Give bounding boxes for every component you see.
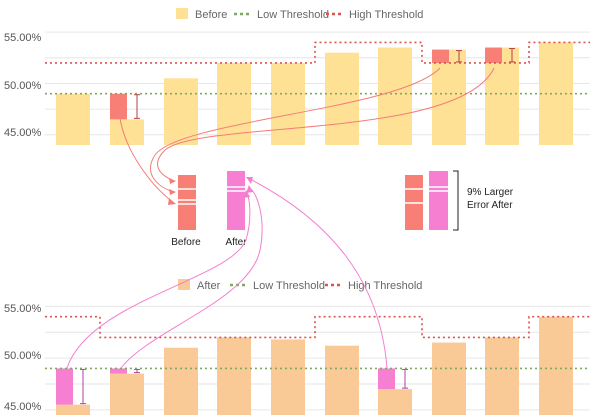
comparison-bracket <box>453 170 459 231</box>
bar <box>164 78 198 145</box>
error-segment <box>110 368 127 374</box>
before-y-axis: 55.00% 50.00% 45.00% <box>4 32 42 139</box>
connector-curve <box>247 177 388 369</box>
y-tick-label: 45.00% <box>4 127 42 139</box>
after-error-stack <box>227 171 245 230</box>
before-chart: Before Low Threshold High Threshold 55.0… <box>4 8 590 146</box>
before-error-stack <box>178 175 196 230</box>
after-chart: After Low Threshold High Threshold 55.00… <box>4 279 590 415</box>
legend-label-after: After <box>197 280 221 292</box>
comparison-text-line1: 9% Larger <box>467 187 514 198</box>
y-tick-label: 45.00% <box>4 401 42 413</box>
arrowhead-icon <box>169 189 176 195</box>
y-tick-label: 50.00% <box>4 350 42 362</box>
bar <box>378 47 412 145</box>
before-legend: Before Low Threshold High Threshold <box>176 8 423 21</box>
bar <box>432 342 466 415</box>
legend-swatch-before <box>176 8 188 19</box>
comparison-after-block <box>429 171 448 230</box>
after-stack-label: After <box>225 237 247 248</box>
arrowhead-icon <box>246 177 253 184</box>
high-threshold-line <box>45 315 590 339</box>
arrowhead-icon <box>168 198 176 205</box>
error-segment <box>110 93 127 120</box>
error-segment <box>432 49 449 63</box>
legend-label-high-threshold: High Threshold <box>348 280 422 292</box>
error-segment <box>378 368 395 390</box>
bar <box>110 373 144 415</box>
y-tick-label: 50.00% <box>4 80 42 92</box>
before-connector-arrows <box>168 178 176 205</box>
bar <box>432 49 466 145</box>
bar <box>164 347 198 415</box>
legend-label-low-threshold: Low Threshold <box>253 280 325 292</box>
y-tick-label: 55.00% <box>4 32 42 44</box>
legend-label-before: Before <box>195 9 227 21</box>
after-y-axis: 55.00% 50.00% 45.00% <box>4 303 42 413</box>
comparison-text-line2: Error After <box>467 200 513 211</box>
error-comparison-figure: Before Low Threshold High Threshold 55.0… <box>4 8 590 415</box>
before-stack-block <box>178 175 196 230</box>
bar <box>217 337 251 415</box>
after-legend: After Low Threshold High Threshold <box>178 279 422 292</box>
bar <box>378 389 412 415</box>
error-segment <box>56 368 73 405</box>
comparison-stacks: 9% Larger Error After <box>405 170 514 231</box>
arrowhead-icon <box>169 178 176 184</box>
bar <box>56 404 90 415</box>
bar <box>325 52 359 146</box>
legend-label-high-threshold: High Threshold <box>349 9 423 21</box>
error-segment <box>485 47 502 63</box>
bar <box>271 339 305 415</box>
legend-label-low-threshold: Low Threshold <box>257 9 329 21</box>
before-stack-label: Before <box>171 237 201 248</box>
bar <box>539 316 573 415</box>
arrowhead-icon <box>246 185 253 193</box>
bar <box>485 337 519 415</box>
after-stack-block <box>227 171 245 230</box>
y-tick-label: 55.00% <box>4 303 42 315</box>
bar <box>271 62 305 146</box>
bar <box>325 345 359 415</box>
bar <box>56 93 90 145</box>
